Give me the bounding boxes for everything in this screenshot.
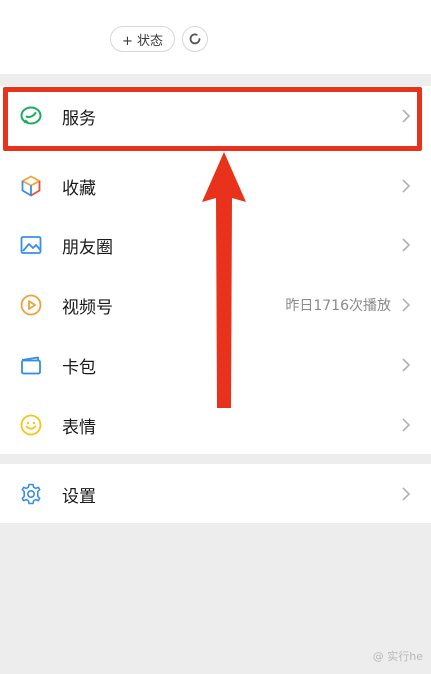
watermark: @ 实行he (373, 648, 423, 664)
add-status-button[interactable]: + 状态 (110, 26, 175, 52)
chevron-right-icon (402, 358, 411, 372)
chevron-right-icon (402, 109, 411, 123)
menu-item-label: 设置 (62, 486, 96, 507)
status-button-label: + 状态 (121, 33, 164, 49)
menu-item-label: 收藏 (62, 178, 96, 199)
menu-item-settings[interactable]: 设置 (0, 464, 431, 524)
menu-item-favorites[interactable]: 收藏 (0, 156, 431, 216)
channels-play-count: 昨日1716次播放 (285, 298, 391, 314)
section-separator (0, 74, 431, 86)
menu-item-service[interactable]: 服务 (0, 86, 431, 146)
menu-item-label: 视频号 (62, 297, 113, 318)
moments-picture-icon (18, 232, 44, 258)
menu-item-card-wallet[interactable]: 卡包 (0, 335, 431, 395)
chevron-right-icon (402, 487, 411, 501)
wechat-me-screen: + 状态 服务 收藏 朋友圈 视频号 昨日1716次播放 卡包 表情 设置 @ … (0, 0, 431, 674)
service-icon (18, 103, 44, 129)
menu-item-label: 朋友圈 (62, 237, 113, 258)
empty-background (0, 523, 431, 674)
watermark-text: @ 实行he (372, 650, 423, 663)
profile-header: + 状态 (0, 0, 431, 74)
menu-item-channels[interactable]: 视频号 昨日1716次播放 (0, 275, 431, 335)
menu-item-moments[interactable]: 朋友圈 (0, 215, 431, 275)
chevron-right-icon (402, 238, 411, 252)
menu-item-label: 卡包 (62, 357, 96, 378)
menu-item-stickers[interactable]: 表情 (0, 395, 431, 455)
menu-item-label: 表情 (62, 417, 96, 438)
section-separator (0, 454, 431, 464)
card-wallet-icon (18, 352, 44, 378)
refresh-icon (189, 33, 201, 45)
channels-play-icon (18, 292, 44, 318)
favorites-cube-icon (18, 173, 44, 199)
menu-item-label: 服务 (62, 108, 96, 129)
gear-icon (18, 481, 44, 507)
chevron-right-icon (402, 298, 411, 312)
sticker-smiley-icon (18, 412, 44, 438)
chevron-right-icon (402, 179, 411, 193)
chevron-right-icon (402, 418, 411, 432)
refresh-button[interactable] (182, 26, 208, 52)
